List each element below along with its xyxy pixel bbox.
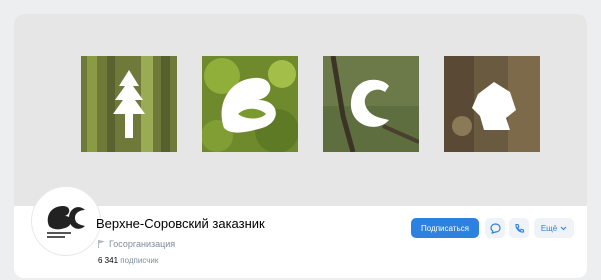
- page-title: Верхне-Соровский заказник: [96, 216, 265, 231]
- category-text: Госорганизация: [109, 239, 176, 249]
- flag-icon: [98, 240, 105, 248]
- cover-tile-water: [323, 56, 419, 152]
- subscribers-count[interactable]: 6 341 подписчик: [98, 256, 158, 265]
- more-button[interactable]: Ещё: [534, 218, 574, 238]
- call-button[interactable]: [509, 218, 529, 238]
- subscribe-button[interactable]: Подписаться: [411, 218, 479, 238]
- cover-tile-tree-bark: [81, 56, 177, 152]
- cover-image: [14, 14, 587, 206]
- more-button-label: Ещё: [540, 223, 558, 233]
- cover-tile-wood: [444, 56, 540, 152]
- subscribers-number: 6 341: [98, 256, 119, 265]
- message-button[interactable]: [485, 218, 505, 238]
- subscribers-label: подписчик: [120, 256, 159, 265]
- message-icon: [489, 222, 501, 234]
- cover-tile-moss: [202, 56, 298, 152]
- category-label: Госорганизация: [98, 239, 175, 249]
- chevron-down-icon: [560, 226, 567, 230]
- phone-icon: [514, 223, 524, 233]
- avatar[interactable]: [32, 187, 100, 255]
- community-info-bar: Верхне-Соровский заказник Госорганизация…: [14, 187, 587, 278]
- community-header-card: Верхне-Соровский заказник Госорганизация…: [14, 14, 587, 278]
